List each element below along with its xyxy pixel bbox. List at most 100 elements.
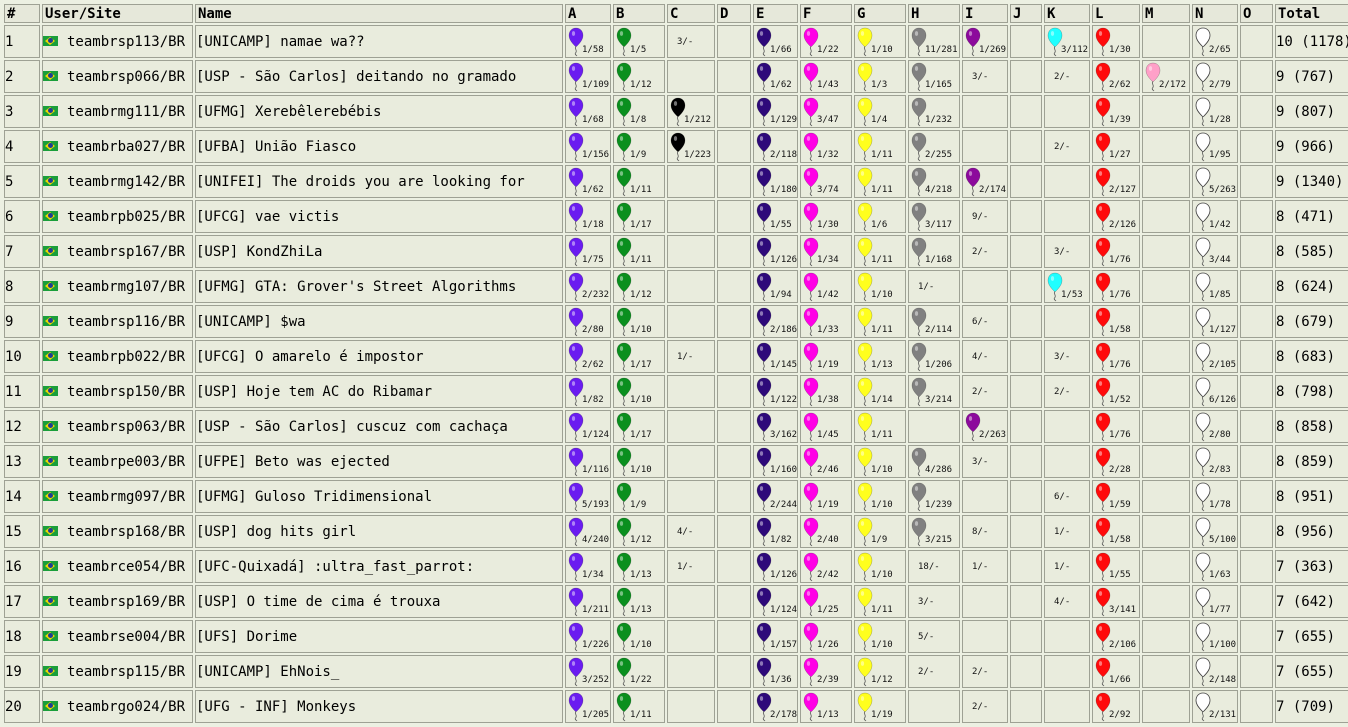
rank-cell: 12 [4,410,40,443]
team-name-cell: [USP - São Carlos] cuscuz com cachaça [195,410,563,443]
problem-cell-b: 1/10 [613,375,665,408]
problem-cell-e: 1/157 [753,620,798,653]
column-header-total[interactable]: Total [1275,4,1348,23]
column-header-name[interactable]: Name [195,4,563,23]
problem-cell-n: 1/100 [1192,620,1238,653]
attempts-time-label: 1/126 [770,255,798,265]
problem-cell-k [1044,445,1090,478]
problem-cell-a: 1/156 [565,130,611,163]
attempts-time-label: 1/66 [1109,675,1131,685]
problem-cell-m [1142,585,1190,618]
column-header-m[interactable]: M [1142,4,1190,23]
attempts-time-label: 1/10 [871,290,893,300]
problem-cell-n: 5/100 [1192,515,1238,548]
table-row: 7 teambrsp167/BR [USP] KondZhiLa 1/75 1/11 1/… [4,235,1348,268]
column-header-a[interactable]: A [565,4,611,23]
problem-cell-f: 1/45 [800,410,852,443]
problem-cell-k: 2/- [1044,375,1090,408]
team-name-cell: [USP - São Carlos] deitando no gramado [195,60,563,93]
attempts-label: 18/- [918,562,940,572]
problem-cell-d [717,480,751,513]
rank-cell: 17 [4,585,40,618]
attempts-label: 2/- [972,702,989,712]
problem-cell-i: 2/- [962,655,1008,688]
brazil-flag-icon [43,700,58,711]
problem-cell-c [667,305,715,338]
column-header-l[interactable]: L [1092,4,1140,23]
attempts-time-label: 1/42 [817,290,839,300]
problem-cell-g: 1/4 [854,95,906,128]
column-header-n[interactable]: N [1192,4,1238,23]
user-site-cell: teambrmg142/BR [42,165,193,198]
attempts-label: 1/- [918,282,935,292]
attempts-time-label: 1/19 [871,710,893,720]
column-header-g[interactable]: G [854,4,906,23]
attempts-time-label: 1/145 [770,360,798,370]
attempts-time-label: 1/95 [1209,150,1231,160]
problem-cell-o [1240,690,1273,723]
user-site-cell: teambrsp063/BR [42,410,193,443]
brazil-flag-icon [43,315,58,326]
column-header-c[interactable]: C [667,4,715,23]
brazil-flag-icon [43,385,58,396]
problem-cell-n: 1/77 [1192,585,1238,618]
problem-cell-m [1142,410,1190,443]
problem-cell-o [1240,410,1273,443]
problem-cell-m [1142,130,1190,163]
attempts-time-label: 1/124 [770,605,798,615]
problem-cell-b: 1/9 [613,480,665,513]
attempts-time-label: 1/10 [630,640,652,650]
attempts-time-label: 1/22 [817,45,839,55]
problem-cell-o [1240,235,1273,268]
problem-cell-g: 1/11 [854,130,906,163]
problem-cell-l: 1/52 [1092,375,1140,408]
column-header-b[interactable]: B [613,4,665,23]
column-header-rank[interactable]: # [4,4,40,23]
attempts-time-label: 2/126 [1109,220,1137,230]
problem-cell-m [1142,340,1190,373]
table-row: 15 teambrsp168/BR [USP] dog hits girl 4/240… [4,515,1348,548]
scoreboard-table: # User/Site Name A B C D E F G H I J K L M N O Total 1 team… [2,2,1348,725]
attempts-time-label: 1/223 [684,150,712,160]
team-name-cell: [UNICAMP] EhNois_ [195,655,563,688]
brazil-flag-icon [43,455,58,466]
rank-cell: 6 [4,200,40,233]
column-header-user-site[interactable]: User/Site [42,4,193,23]
problem-cell-l: 2/28 [1092,445,1140,478]
attempts-time-label: 3/252 [582,675,610,685]
problem-cell-j [1010,655,1042,688]
total-cell: 9 (807) [1275,95,1348,128]
column-header-h[interactable]: H [908,4,960,23]
column-header-f[interactable]: F [800,4,852,23]
problem-cell-g: 1/9 [854,515,906,548]
attempts-time-label: 1/11 [630,185,652,195]
user-site-cell: teambrsp169/BR [42,585,193,618]
attempts-time-label: 1/77 [1209,605,1231,615]
column-header-e[interactable]: E [753,4,798,23]
column-header-o[interactable]: O [1240,4,1273,23]
team-username: teambrsp116/BR [67,313,186,330]
column-header-d[interactable]: D [717,4,751,23]
problem-cell-k: 3/- [1044,340,1090,373]
problem-cell-d [717,305,751,338]
rank-cell: 11 [4,375,40,408]
total-cell: 7 (709) [1275,690,1348,723]
attempts-label: 9/- [972,212,989,222]
problem-cell-c [667,165,715,198]
column-header-j[interactable]: J [1010,4,1042,23]
problem-cell-a: 1/68 [565,95,611,128]
column-header-i[interactable]: I [962,4,1008,23]
problem-cell-c: 1/212 [667,95,715,128]
attempts-time-label: 6/126 [1209,395,1237,405]
problem-cell-e: 1/94 [753,270,798,303]
problem-cell-k: 3/- [1044,235,1090,268]
column-header-k[interactable]: K [1044,4,1090,23]
attempts-time-label: 2/114 [925,325,953,335]
attempts-label: 3/- [677,37,694,47]
attempts-time-label: 1/232 [925,115,953,125]
problem-cell-j [1010,480,1042,513]
brazil-flag-icon [43,210,58,221]
attempts-time-label: 3/214 [925,395,953,405]
problem-cell-g: 1/11 [854,305,906,338]
problem-cell-d [717,25,751,58]
